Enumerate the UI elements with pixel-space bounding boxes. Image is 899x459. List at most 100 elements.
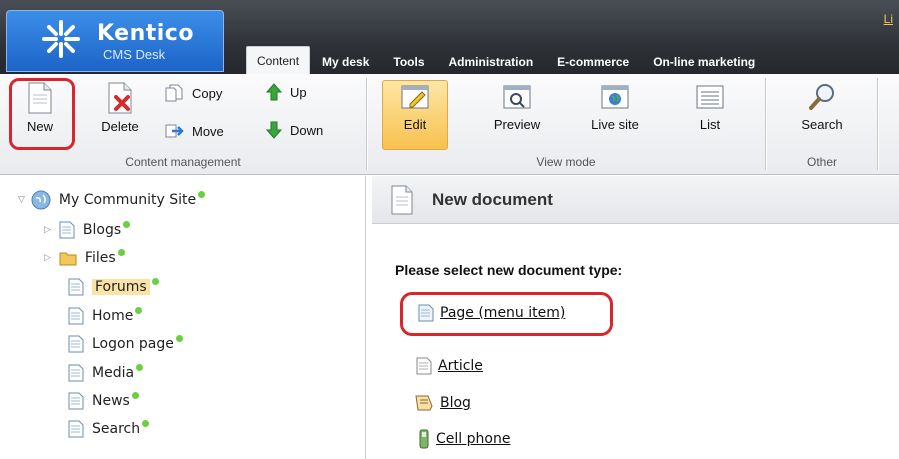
doc-type-label: Article xyxy=(438,358,483,374)
up-label: Up xyxy=(290,84,307,100)
select-type-prompt: Please select new document type: xyxy=(395,262,623,278)
logo-subtitle: CMS Desk xyxy=(103,47,166,62)
edit-button[interactable]: Edit xyxy=(384,84,446,132)
ribbon-separator xyxy=(765,78,766,170)
move-icon xyxy=(165,124,184,138)
tab-administration[interactable]: Administration xyxy=(437,48,546,74)
content-tree: ▽ My Community Site ▷ Blogs ▷ Files Foru… xyxy=(0,176,366,459)
doc-type-label: Blog xyxy=(440,395,471,411)
tree-item-forums[interactable]: Forums xyxy=(68,277,159,297)
copy-icon xyxy=(165,84,183,102)
move-label: Move xyxy=(192,123,224,139)
doc-type-cell-phone[interactable]: Cell phone xyxy=(418,429,510,449)
content-management-label: Content management xyxy=(125,155,241,169)
site-globe-icon xyxy=(31,190,51,210)
new-button-highlight xyxy=(9,78,75,150)
move-button[interactable]: Move xyxy=(164,121,224,141)
tab-content[interactable]: Content xyxy=(246,46,311,74)
published-dot xyxy=(117,248,125,256)
down-label: Down xyxy=(290,122,324,138)
tree-item-label: Files xyxy=(84,250,116,266)
tree-item-label: News xyxy=(92,393,130,409)
app-header: Kentico CMS Desk Li Content My desk Tool… xyxy=(0,0,899,74)
collapsed-arrow-icon[interactable]: ▷ xyxy=(44,225,51,235)
ribbon-separator xyxy=(877,78,878,170)
tree-root[interactable]: ▽ My Community Site xyxy=(18,190,206,210)
published-dot xyxy=(142,419,150,427)
tree-item-media[interactable]: Media xyxy=(68,363,144,383)
ribbon-separator xyxy=(366,78,367,170)
new-document-panel: New document Please select new document … xyxy=(372,176,899,459)
doc-type-label: Cell phone xyxy=(436,431,511,447)
tree-item-label: Search xyxy=(92,421,141,437)
kentico-logo[interactable]: Kentico CMS Desk xyxy=(6,10,224,72)
doc-type-article[interactable]: Article xyxy=(416,357,483,375)
page-menu-item-highlight xyxy=(400,292,613,336)
published-dot xyxy=(131,391,139,399)
tab-e-commerce[interactable]: E-commerce xyxy=(545,48,641,74)
tree-item-home[interactable]: Home xyxy=(68,306,143,326)
new-document-icon xyxy=(391,185,413,215)
tree-item-search[interactable]: Search xyxy=(68,419,150,439)
copy-label: Copy xyxy=(192,85,223,101)
published-dot xyxy=(136,363,144,371)
published-dot xyxy=(123,220,131,228)
kentico-logo-icon xyxy=(42,20,80,58)
globe-icon xyxy=(601,85,629,109)
delete-button-label: Delete xyxy=(101,119,139,134)
copy-button[interactable]: Copy xyxy=(164,83,222,103)
page-icon xyxy=(68,307,84,325)
search-icon xyxy=(809,84,834,110)
down-button[interactable]: Down xyxy=(266,121,323,139)
doc-type-blog[interactable]: Blog xyxy=(414,394,471,412)
main-tabs: Content My desk Tools Administration E-c… xyxy=(246,46,767,74)
view-mode-label: View mode xyxy=(536,155,596,169)
tree-item-logon-page[interactable]: Logon page xyxy=(68,334,183,354)
tree-item-blogs[interactable]: ▷ Blogs xyxy=(44,220,131,240)
delete-button[interactable]: Delete xyxy=(92,82,148,134)
page-icon xyxy=(59,221,75,239)
panel-header: New document xyxy=(372,176,899,224)
cell-phone-icon xyxy=(419,429,429,449)
search-button[interactable]: Search xyxy=(782,82,862,132)
expanded-arrow-icon[interactable]: ▽ xyxy=(18,195,25,205)
edit-label: Edit xyxy=(403,117,427,132)
up-button[interactable]: Up xyxy=(266,83,307,101)
list-button[interactable]: List xyxy=(682,84,738,132)
tree-item-label: Media xyxy=(92,365,135,381)
tree-item-files[interactable]: ▷ Files xyxy=(44,248,125,268)
arrow-up-icon xyxy=(266,83,282,101)
preview-button[interactable]: Preview xyxy=(486,84,548,132)
preview-label: Preview xyxy=(493,117,541,132)
list-icon xyxy=(696,85,724,109)
page-title: New document xyxy=(432,190,553,209)
tree-item-label: Logon page xyxy=(92,336,174,352)
collapsed-arrow-icon[interactable]: ▷ xyxy=(44,253,51,263)
folder-icon xyxy=(59,252,77,266)
live-site-button[interactable]: Live site xyxy=(580,84,650,132)
published-dot xyxy=(175,334,183,342)
tree-item-news[interactable]: News xyxy=(68,391,139,411)
live-site-label: Live site xyxy=(591,117,639,132)
published-dot xyxy=(135,306,143,314)
page-icon xyxy=(68,392,84,410)
tab-my-desk[interactable]: My desk xyxy=(310,48,381,74)
arrow-down-icon xyxy=(266,121,282,139)
tab-on-line-marketing[interactable]: On-line marketing xyxy=(641,48,767,74)
logo-title: Kentico xyxy=(97,21,194,46)
tree-root-label: My Community Site xyxy=(58,192,197,208)
page-icon xyxy=(68,420,84,438)
page-icon xyxy=(68,364,84,382)
tab-tools[interactable]: Tools xyxy=(381,48,436,74)
page-icon xyxy=(68,335,84,353)
list-label: List xyxy=(699,117,721,132)
edit-icon xyxy=(401,85,429,109)
article-icon xyxy=(416,357,432,375)
toolbar-ribbon: New Delete Copy Move Up Down Content man… xyxy=(0,74,899,175)
published-dot xyxy=(198,190,206,198)
delete-document-icon xyxy=(108,82,132,114)
page-icon xyxy=(68,278,84,296)
tree-item-label: Forums xyxy=(92,279,150,295)
preview-icon xyxy=(503,85,531,109)
live-site-link[interactable]: Li xyxy=(884,12,893,26)
